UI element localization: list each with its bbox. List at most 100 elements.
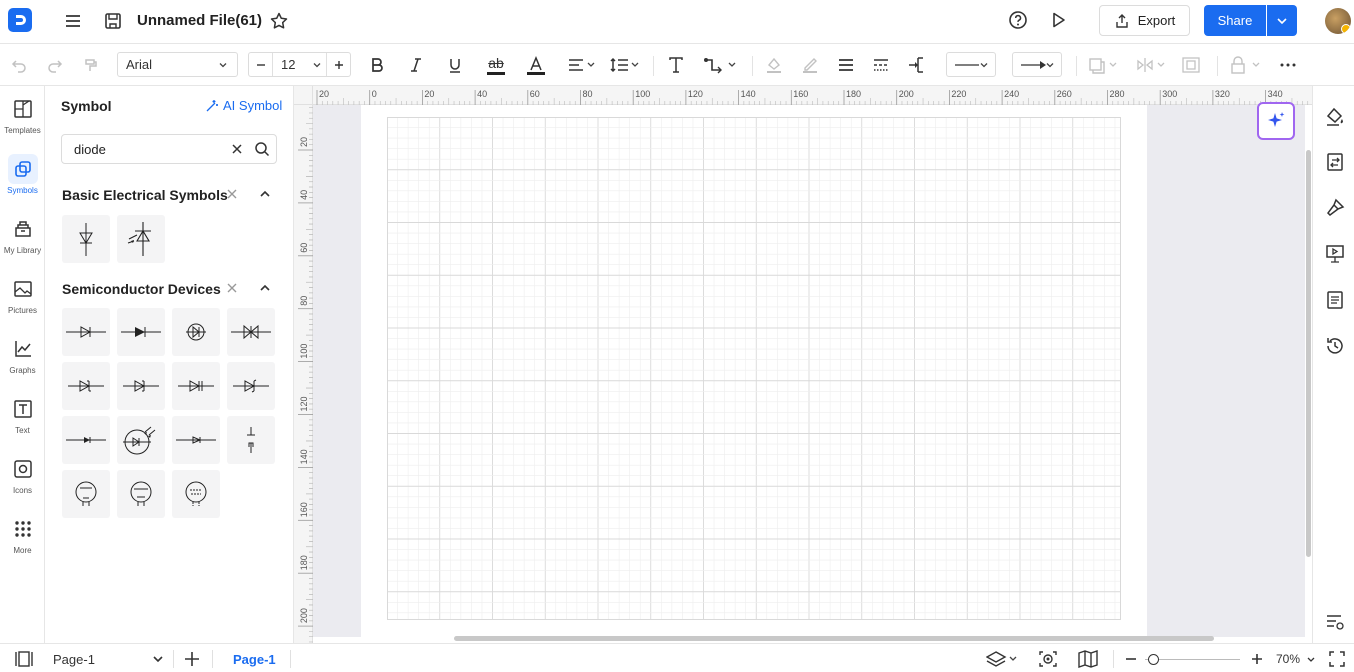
search-input[interactable]: diode xyxy=(74,142,106,157)
search-icon[interactable] xyxy=(254,141,270,157)
font-size-value[interactable]: 12 xyxy=(281,57,295,72)
nav-symbols[interactable]: Symbols xyxy=(0,150,45,208)
symbol-junction[interactable] xyxy=(227,416,275,464)
file-name[interactable]: Unnamed File(61) xyxy=(137,12,262,29)
shadow-icon[interactable] xyxy=(1088,53,1120,77)
symbol-diode-circle[interactable] xyxy=(172,308,220,356)
save-icon[interactable] xyxy=(102,10,124,32)
nav-more[interactable]: More xyxy=(0,510,45,568)
focus-icon[interactable] xyxy=(1037,648,1059,670)
chevron-down-icon[interactable] xyxy=(311,59,323,71)
nav-icons[interactable]: Icons xyxy=(0,450,45,508)
zoom-in-icon[interactable] xyxy=(1249,648,1265,670)
arrow-style-icon[interactable] xyxy=(907,53,929,77)
dash-style-icon[interactable] xyxy=(870,53,892,77)
close-section-icon[interactable] xyxy=(226,282,238,294)
italic-icon[interactable] xyxy=(405,53,427,77)
layers-icon[interactable] xyxy=(985,648,1021,670)
canvas-background[interactable] xyxy=(313,105,1305,637)
canvas-area[interactable]: 20 0 20 40 60 80 100 120 140 160 180 200 220 240 260 28… xyxy=(294,86,1312,643)
nav-library[interactable]: My Library xyxy=(0,210,45,268)
close-section-icon[interactable] xyxy=(226,188,238,200)
font-color-icon[interactable] xyxy=(525,53,547,77)
settings-list-icon[interactable] xyxy=(1323,610,1347,634)
horizontal-scrollbar[interactable] xyxy=(454,636,1214,641)
symbol-tube-1[interactable] xyxy=(62,470,110,518)
symbol-tube-2[interactable] xyxy=(117,470,165,518)
play-presentation-icon[interactable] xyxy=(1047,9,1069,31)
symbol-diode-vertical[interactable] xyxy=(62,215,110,263)
nav-text[interactable]: Text xyxy=(0,390,45,448)
section-semiconductor-title[interactable]: Semiconductor Devices xyxy=(62,281,221,297)
font-size-stepper[interactable]: 12 xyxy=(248,52,351,77)
font-size-increase-icon[interactable] xyxy=(326,53,350,76)
nav-graphs[interactable]: Graphs xyxy=(0,330,45,388)
section-basic-electrical-title[interactable]: Basic Electrical Symbols xyxy=(62,187,228,203)
text-tool-icon[interactable] xyxy=(665,53,687,77)
align-icon[interactable] xyxy=(566,53,598,77)
undo-icon[interactable] xyxy=(8,53,30,77)
page-setup-icon[interactable] xyxy=(1323,150,1347,174)
add-page-icon[interactable] xyxy=(181,648,203,670)
help-icon[interactable] xyxy=(1007,9,1029,31)
ai-assistant-button[interactable] xyxy=(1257,102,1295,140)
page-sheet[interactable] xyxy=(361,105,1147,637)
format-painter-icon[interactable] xyxy=(80,53,102,77)
fill-color-icon[interactable] xyxy=(763,53,785,77)
underline-icon[interactable] xyxy=(444,53,466,77)
symbol-photodiode-circle[interactable] xyxy=(117,416,165,464)
vertical-scrollbar[interactable] xyxy=(1306,150,1311,557)
nav-pictures[interactable]: Pictures xyxy=(0,270,45,328)
group-icon[interactable] xyxy=(1180,53,1202,77)
share-button[interactable]: Share xyxy=(1204,5,1266,36)
export-button[interactable]: Export xyxy=(1099,5,1190,36)
style-brush-icon[interactable] xyxy=(1323,196,1347,220)
chevron-up-icon[interactable] xyxy=(258,188,272,200)
more-options-icon[interactable] xyxy=(1277,53,1299,77)
flip-icon[interactable] xyxy=(1136,53,1168,77)
symbol-zener-diode[interactable] xyxy=(227,362,275,410)
zoom-level-select[interactable]: 70% xyxy=(1276,648,1316,670)
symbol-diode-line[interactable] xyxy=(62,416,110,464)
avatar[interactable] xyxy=(1325,8,1351,34)
clear-search-icon[interactable] xyxy=(230,142,244,156)
history-icon[interactable] xyxy=(1323,334,1347,358)
page-tab-active[interactable]: Page-1 xyxy=(233,648,276,670)
bold-icon[interactable] xyxy=(366,53,388,77)
line-spacing-icon[interactable] xyxy=(609,53,641,77)
redo-icon[interactable] xyxy=(44,53,66,77)
chevron-up-icon[interactable] xyxy=(258,282,272,294)
symbol-search-field[interactable]: diode xyxy=(61,134,277,164)
outline-list-icon[interactable] xyxy=(1323,288,1347,312)
font-size-decrease-icon[interactable] xyxy=(249,53,273,76)
symbol-diode[interactable] xyxy=(62,308,110,356)
font-family-select[interactable]: Arial xyxy=(117,52,238,77)
drawing-grid[interactable] xyxy=(387,117,1121,620)
page-panel-toggle-icon[interactable] xyxy=(12,648,36,670)
map-icon[interactable] xyxy=(1076,648,1100,670)
menu-icon[interactable] xyxy=(62,10,84,32)
symbol-tube-3[interactable] xyxy=(172,470,220,518)
zoom-slider[interactable] xyxy=(1145,654,1240,665)
ai-symbol-button[interactable]: AI Symbol xyxy=(205,98,282,113)
star-icon[interactable] xyxy=(268,10,290,32)
presentation-icon[interactable] xyxy=(1323,242,1347,266)
nav-templates[interactable]: Templates xyxy=(0,90,45,148)
symbol-diac[interactable] xyxy=(227,308,275,356)
symbol-diode-filled[interactable] xyxy=(117,308,165,356)
page-selector[interactable]: Page-1 xyxy=(53,648,165,670)
zoom-out-icon[interactable] xyxy=(1123,648,1139,670)
zoom-slider-thumb[interactable] xyxy=(1147,654,1159,665)
fullscreen-icon[interactable] xyxy=(1327,648,1347,670)
symbol-varactor-diode[interactable] xyxy=(172,362,220,410)
share-dropdown-button[interactable] xyxy=(1267,5,1297,36)
app-logo-icon[interactable] xyxy=(8,8,32,32)
connector-icon[interactable] xyxy=(702,53,738,77)
symbol-zener-vertical[interactable] xyxy=(117,215,165,263)
line-weight-icon[interactable] xyxy=(835,53,857,77)
symbol-schottky-diode[interactable] xyxy=(62,362,110,410)
arrow-type-select[interactable] xyxy=(1012,52,1062,77)
line-color-icon[interactable] xyxy=(799,53,821,77)
line-type-select[interactable] xyxy=(946,52,996,77)
fill-style-icon[interactable] xyxy=(1323,104,1347,128)
